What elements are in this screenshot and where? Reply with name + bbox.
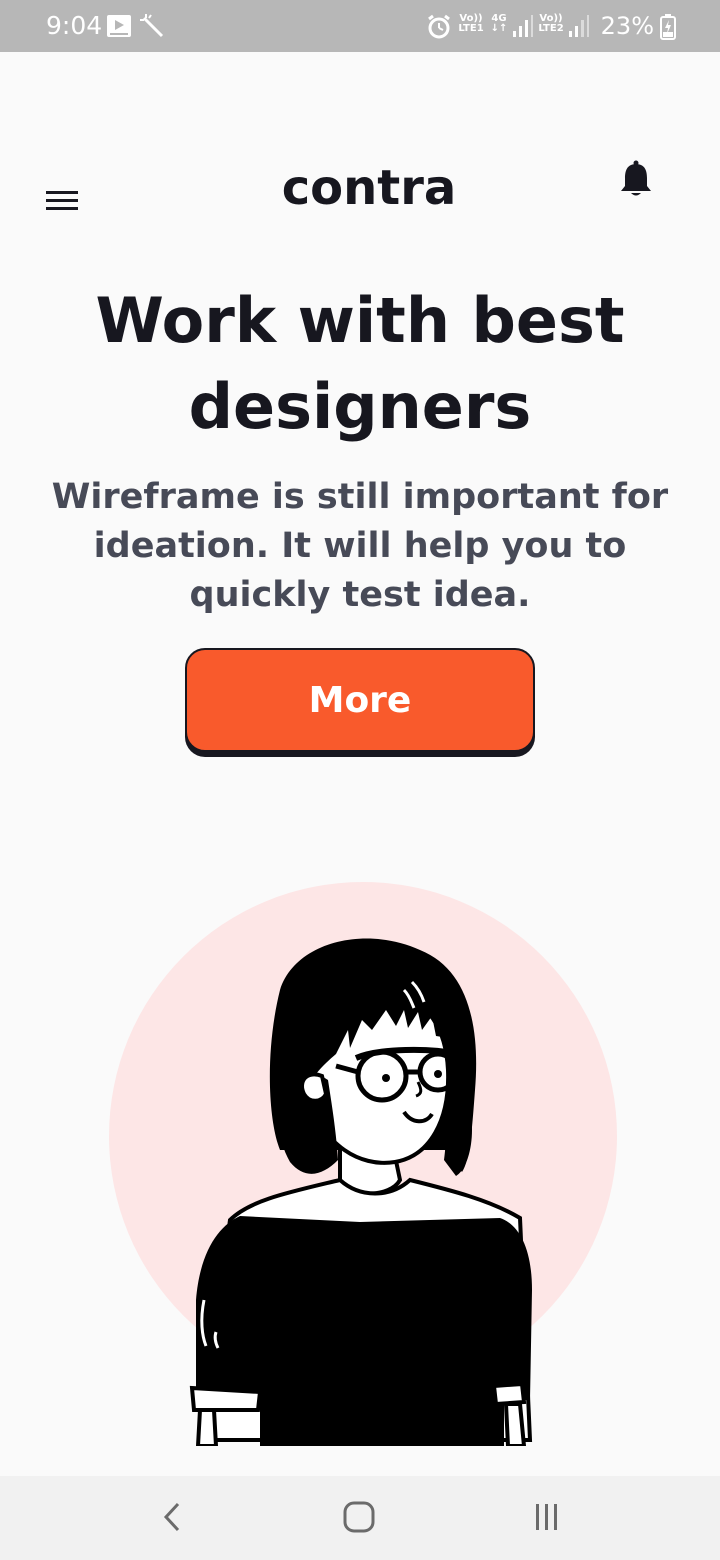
hero-title: Work with best designers [20, 278, 700, 450]
hero-title-line-2: designers [188, 370, 532, 443]
more-button[interactable]: More [185, 648, 535, 752]
bell-icon[interactable] [620, 160, 652, 198]
signal-strength-icon-1 [513, 15, 533, 37]
network-indicator: 4G ↓↑ [488, 14, 510, 34]
hero-subtitle-line-1: Wireframe is still important for [51, 477, 669, 517]
sim2-lte-label: LTE2 [538, 23, 564, 34]
back-chevron-icon[interactable] [160, 1500, 184, 1534]
recents-icon[interactable] [532, 1500, 562, 1534]
designer-illustration [109, 882, 617, 1446]
sim1-lte-label: LTE1 [458, 23, 484, 34]
system-nav-bar [0, 1476, 720, 1560]
sleeve-left [189, 1385, 263, 1412]
alarm-clock-icon [428, 14, 450, 39]
network-arrows: ↓↑ [490, 23, 508, 34]
eye-right [434, 1070, 442, 1078]
hero-title-line-1: Work with best [95, 284, 625, 357]
ear [300, 1072, 329, 1103]
hero-subtitle: Wireframe is still important for ideatio… [10, 473, 710, 620]
arm-right [503, 1402, 527, 1446]
signal-strength-icon-2 [569, 15, 589, 37]
battery-percentage: 23% [600, 12, 654, 40]
status-time: 9:04 [46, 11, 103, 40]
sim2-indicator: Vo)) LTE2 [536, 14, 566, 34]
hero-subtitle-line-3: quickly test idea. [189, 575, 531, 615]
home-icon[interactable] [342, 1500, 376, 1534]
status-bar: 9:04 Vo)) LTE1 4G ↓↑ Vo)) LTE2 23% [0, 0, 720, 52]
sim1-indicator: Vo)) LTE1 [456, 14, 486, 34]
media-player-icon [107, 15, 131, 37]
eye-left [382, 1074, 390, 1082]
arm-left [195, 1408, 219, 1446]
sleeve-right [491, 1381, 527, 1407]
battery-charging-icon [660, 14, 676, 40]
hero-subtitle-line-2: ideation. It will help you to [93, 526, 627, 566]
app-logo: contra [281, 160, 457, 216]
magic-wand-icon [140, 14, 164, 38]
